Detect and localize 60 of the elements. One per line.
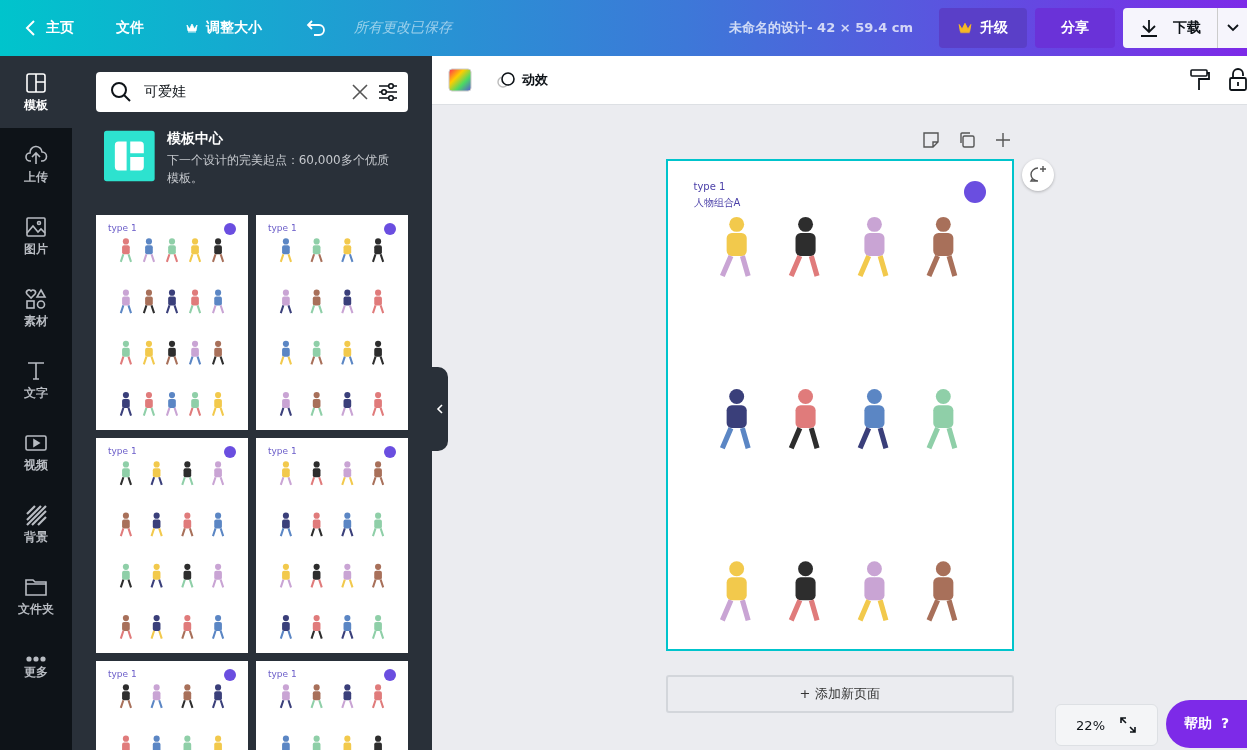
template-title: type 1 — [268, 669, 297, 679]
more-icon — [24, 655, 48, 662]
add-page-button[interactable]: + 添加新页面 — [665, 675, 1014, 713]
template-title: type 1 — [268, 223, 297, 233]
logo-icon — [224, 223, 236, 235]
page-subheading: 人物组合A — [693, 196, 741, 210]
copy-icon[interactable] — [957, 131, 976, 149]
back-chevron-icon — [24, 19, 38, 37]
template-thumbnail[interactable]: type 1 — [96, 215, 248, 430]
crown-icon — [186, 23, 198, 33]
logo-icon — [224, 446, 236, 458]
template-hub-description: 下一个设计的完美起点：60,000多个优质模板。 — [166, 152, 390, 187]
crown-icon — [958, 22, 972, 34]
page-heading: type 1 — [693, 181, 727, 192]
background-icon — [24, 502, 48, 527]
paint-roller-icon[interactable] — [1189, 68, 1211, 92]
image-icon — [24, 214, 48, 239]
download-icon — [1139, 18, 1159, 38]
template-hub-icon[interactable] — [104, 128, 155, 184]
design-page[interactable]: type 1 人物组合A — [665, 159, 1014, 651]
collapse-handle[interactable] — [432, 367, 448, 451]
template-hub-title[interactable]: 模板中心 — [166, 130, 400, 148]
logo-icon — [384, 223, 396, 235]
search-bar[interactable]: 可爱娃 — [96, 72, 408, 112]
help-button[interactable]: 帮助 ? — [1166, 700, 1247, 748]
animate-button[interactable]: 动效 — [490, 70, 554, 90]
add-comment-button[interactable] — [1021, 159, 1054, 191]
fullscreen-icon[interactable] — [1119, 716, 1137, 734]
template-icon — [24, 70, 48, 95]
template-thumbnail[interactable]: type 1 — [96, 661, 248, 750]
elements-icon — [24, 286, 48, 311]
save-status: 所有更改已保存 — [354, 19, 452, 37]
logo-icon — [963, 181, 986, 203]
zoom-level: 22% — [1076, 717, 1105, 733]
template-title: type 1 — [108, 223, 137, 233]
logo-icon — [384, 669, 396, 681]
clear-icon[interactable] — [352, 84, 368, 100]
color-picker-icon[interactable] — [448, 68, 472, 92]
template-title: type 1 — [108, 446, 137, 456]
template-thumbnail[interactable]: type 1 — [256, 661, 408, 750]
filter-icon[interactable] — [378, 82, 398, 102]
lock-icon[interactable] — [1229, 68, 1247, 92]
template-title: type 1 — [108, 669, 137, 679]
upgrade-button[interactable]: 升级 — [939, 8, 1027, 48]
zoom-control[interactable]: 22% — [1055, 704, 1158, 746]
share-button[interactable]: 分享 — [1035, 8, 1115, 48]
search-field[interactable]: 可爱娃 — [142, 83, 342, 101]
template-thumbnail[interactable]: type 1 — [96, 438, 248, 653]
sidebar-item[interactable]: 模板 — [0, 56, 72, 128]
template-title: type 1 — [268, 446, 297, 456]
logo-icon — [384, 446, 396, 458]
plus-icon[interactable] — [993, 131, 1012, 149]
comment-add-icon — [1027, 165, 1048, 185]
template-thumbnail[interactable]: type 1 — [256, 215, 408, 430]
search-icon — [110, 81, 132, 103]
note-icon[interactable] — [921, 131, 940, 149]
circles-icon — [496, 71, 518, 89]
download-button[interactable]: 下载 — [1123, 8, 1217, 48]
template-thumbnail[interactable]: type 1 — [256, 438, 408, 653]
logo-icon — [224, 669, 236, 681]
